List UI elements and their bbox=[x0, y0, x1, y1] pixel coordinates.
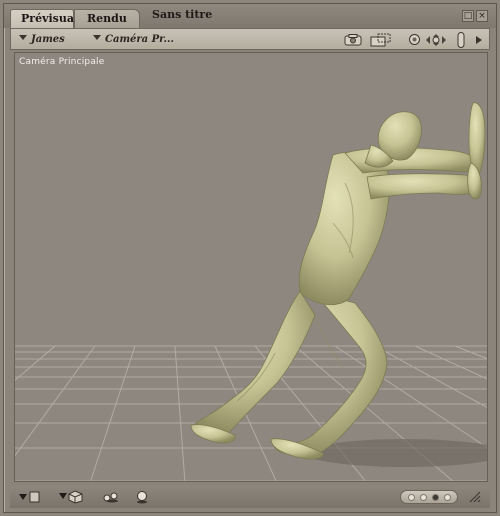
tab-bar: Prévisual. Rendu Sans titre □ × bbox=[4, 4, 496, 28]
display-style-pager[interactable] bbox=[400, 490, 458, 504]
preview-window: Prévisual. Rendu Sans titre □ × James Ca… bbox=[3, 3, 497, 513]
document-title: Sans titre bbox=[152, 8, 213, 21]
pager-dot[interactable] bbox=[419, 493, 427, 501]
lighting-icon[interactable] bbox=[134, 489, 150, 505]
document-viewport[interactable]: Caméra Principale bbox=[14, 52, 488, 482]
figure-menu[interactable]: James bbox=[19, 32, 65, 48]
camera-menu-label: Caméra Pr... bbox=[105, 34, 174, 45]
expand-icon[interactable] bbox=[473, 31, 485, 48]
camera-menu[interactable]: Caméra Pr... bbox=[93, 32, 174, 48]
figure-james bbox=[190, 102, 486, 460]
move-icon[interactable] bbox=[425, 31, 447, 48]
pager-dot[interactable] bbox=[407, 493, 415, 501]
document-style-icon[interactable] bbox=[18, 489, 40, 505]
toolbar: James Caméra Pr... bbox=[10, 28, 490, 50]
chevron-down-icon bbox=[93, 35, 101, 40]
figure-icon[interactable] bbox=[455, 31, 467, 48]
chevron-down-icon bbox=[19, 35, 27, 40]
tab-render[interactable]: Rendu bbox=[74, 9, 140, 28]
pager-dot-active[interactable] bbox=[431, 493, 439, 501]
resize-grip-icon[interactable] bbox=[468, 489, 482, 505]
ground-shadow-icon[interactable] bbox=[102, 489, 120, 505]
figure-menu-label: James bbox=[31, 34, 65, 45]
display-style-icon[interactable] bbox=[58, 489, 84, 505]
render-settings-icon[interactable] bbox=[369, 31, 393, 48]
pager-dot[interactable] bbox=[443, 493, 451, 501]
close-icon[interactable]: × bbox=[476, 10, 488, 22]
camera-label: Caméra Principale bbox=[19, 57, 105, 67]
light-icon[interactable] bbox=[407, 31, 421, 48]
scene-render bbox=[15, 102, 487, 481]
render-icon[interactable] bbox=[343, 31, 363, 48]
tab-preview[interactable]: Prévisual. bbox=[10, 9, 82, 28]
bottom-toolbar bbox=[10, 486, 490, 508]
maximize-icon[interactable]: □ bbox=[462, 10, 474, 22]
